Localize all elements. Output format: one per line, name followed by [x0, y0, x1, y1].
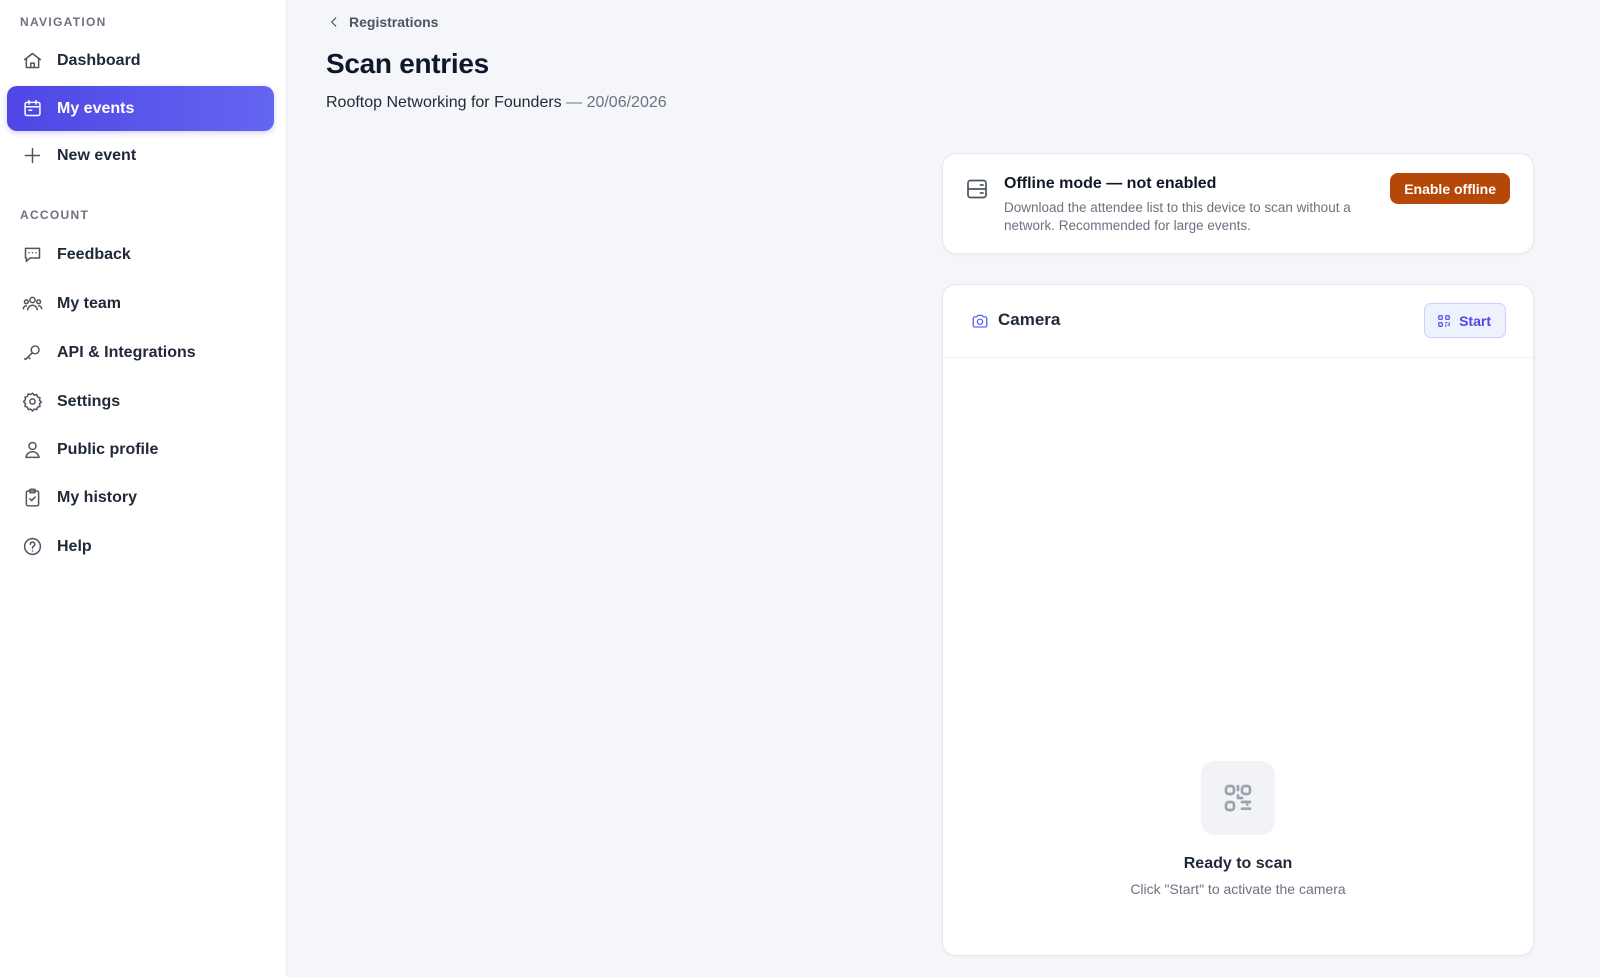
- event-date: 20/06/2026: [586, 94, 667, 111]
- sidebar-item-my-team[interactable]: My team: [7, 281, 274, 326]
- server-icon: [965, 177, 989, 201]
- sidebar-item-dashboard[interactable]: Dashboard: [7, 38, 274, 83]
- home-icon: [21, 50, 43, 72]
- offline-description: Download the attendee list to this devic…: [1004, 200, 1351, 233]
- ready-to-scan-title: Ready to scan: [1183, 855, 1293, 872]
- account-section-label: ACCOUNT: [20, 208, 90, 222]
- start-camera-button[interactable]: Start: [1424, 303, 1506, 338]
- clipboard-check-icon: [21, 487, 43, 509]
- offline-title: Offline mode — not enabled: [1004, 175, 1217, 192]
- sidebar-item-label: Public profile: [57, 440, 159, 458]
- start-button-label: Start: [1459, 312, 1491, 329]
- help-circle-icon: [21, 536, 43, 558]
- sidebar-item-public-profile[interactable]: Public profile: [7, 427, 274, 472]
- sidebar-item-label: API & Integrations: [57, 343, 196, 361]
- sidebar-item-label: My team: [57, 294, 122, 312]
- key-icon: [21, 342, 43, 364]
- qr-scan-icon: [1437, 314, 1451, 328]
- nav-section-label: NAVIGATION: [20, 15, 107, 29]
- qr-code-icon: [1201, 761, 1275, 835]
- enable-offline-button[interactable]: Enable offline: [1390, 173, 1510, 204]
- camera-header: Camera Start: [943, 285, 1533, 358]
- sidebar-item-label: My history: [57, 488, 138, 506]
- users-icon: [21, 293, 43, 315]
- event-subtitle: Rooftop Networking for Founders — 20/06/…: [326, 94, 667, 112]
- sidebar-item-label: Feedback: [57, 245, 131, 263]
- camera-title: Camera: [998, 310, 1061, 329]
- sidebar-item-label: Help: [57, 537, 92, 555]
- sidebar-item-label: Dashboard: [57, 51, 141, 69]
- message-icon: [21, 244, 43, 266]
- sidebar-item-feedback[interactable]: Feedback: [7, 232, 274, 277]
- camera-card: Camera Start Ready to scan Click "Start"…: [942, 284, 1534, 956]
- page-title: Scan entries: [326, 48, 489, 79]
- event-name: Rooftop Networking for Founders: [326, 94, 562, 111]
- sidebar: NAVIGATION Dashboard My events New event…: [0, 0, 287, 977]
- breadcrumb[interactable]: Registrations: [327, 14, 438, 30]
- sidebar-item-new-event[interactable]: New event: [7, 133, 274, 178]
- user-icon: [21, 439, 43, 461]
- breadcrumb-label: Registrations: [349, 14, 439, 30]
- ready-to-scan-hint: Click "Start" to activate the camera: [1130, 881, 1346, 897]
- subtitle-separator: —: [561, 94, 587, 111]
- sidebar-item-label: New event: [57, 146, 137, 164]
- sidebar-item-label: My events: [57, 99, 135, 117]
- sidebar-item-label: Settings: [57, 392, 121, 410]
- sidebar-item-my-events[interactable]: My events: [7, 86, 274, 131]
- offline-mode-card: Offline mode — not enabled Download the …: [942, 153, 1534, 254]
- chevron-left-icon: [327, 15, 341, 29]
- sidebar-item-settings[interactable]: Settings: [7, 379, 274, 424]
- main-content: Registrations Scan entries Rooftop Netwo…: [287, 0, 1600, 977]
- gear-icon: [21, 391, 43, 413]
- calendar-icon: [21, 98, 43, 120]
- camera-icon: [971, 312, 989, 330]
- sidebar-item-api-integrations[interactable]: API & Integrations: [7, 330, 274, 375]
- sidebar-item-my-history[interactable]: My history: [7, 475, 274, 520]
- plus-icon: [21, 145, 43, 167]
- sidebar-item-help[interactable]: Help: [7, 524, 274, 569]
